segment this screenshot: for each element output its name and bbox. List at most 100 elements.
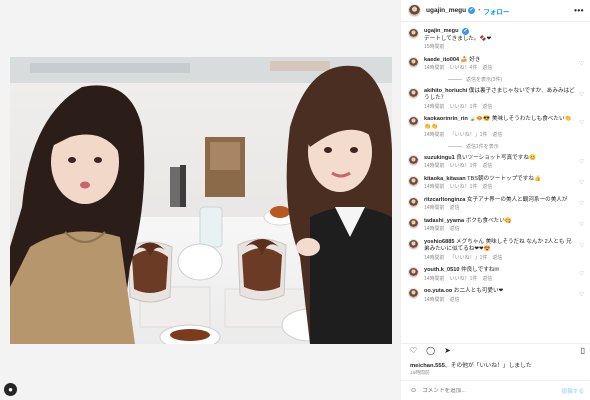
commenter-avatar[interactable] <box>408 267 419 278</box>
emoji-icon[interactable]: ☺ <box>410 387 417 394</box>
comment-likes[interactable]: いいね！1件 <box>450 276 478 282</box>
commenter-username[interactable]: tadashi_yyama <box>424 218 464 224</box>
commenter-username[interactable]: akihito_horiuchi <box>424 88 467 94</box>
caption-avatar[interactable] <box>408 28 419 39</box>
comment-text: 女子アナ界一の美人と観河系一の美人が <box>466 196 568 203</box>
comment-text: お二人とも可愛い❤ <box>453 288 504 294</box>
post-header: ugajin_megu ✔ • フォロー ••• <box>401 0 590 22</box>
account-circle-icon[interactable]: ● <box>4 383 17 396</box>
follow-button[interactable]: フォロー <box>483 6 509 16</box>
reply-button[interactable]: 返信 <box>482 65 492 71</box>
reply-button[interactable]: 返信 <box>450 205 460 211</box>
commenter-username[interactable]: oo.yuta.oo <box>424 288 452 294</box>
reply-button[interactable]: 返信 <box>482 276 492 282</box>
comment-time[interactable]: 14時間前 <box>424 132 445 138</box>
commenter-username[interactable]: youth.k_0510 <box>424 267 459 273</box>
comment-likes[interactable]: いいね！1件 <box>450 163 478 169</box>
comment-likes[interactable]: 「いいね！」1件 <box>450 132 488 138</box>
commenter-avatar[interactable] <box>408 217 419 229</box>
cafe-photo-illustration <box>10 57 392 344</box>
comment-likes[interactable]: いいね！1件 <box>450 104 478 110</box>
commenter-username[interactable]: yoshio6885 <box>424 239 454 245</box>
comment-like-heart-icon[interactable]: ♡ <box>579 180 584 186</box>
comment-likes[interactable]: いいね！1件 <box>450 184 478 190</box>
post-photo[interactable] <box>10 57 392 344</box>
comment-text: 良いツーショット写真ですね😊 <box>456 154 536 161</box>
comment-time[interactable]: 14時間前 <box>424 205 445 211</box>
comment-likes[interactable]: いいね！4件 <box>450 65 478 71</box>
likes-summary[interactable]: meichan.555、その他が「いいね！」しました <box>410 360 532 369</box>
commenter-avatar[interactable] <box>408 56 419 68</box>
comment-time[interactable]: 14時間前 <box>424 65 445 71</box>
commenter-avatar[interactable] <box>408 238 419 250</box>
comment-likes[interactable]: 「いいね！」1件 <box>450 255 488 261</box>
reply-button[interactable]: 返信 <box>492 132 502 138</box>
bookmark-icon[interactable]: ▯ <box>581 346 585 355</box>
comment-time[interactable]: 14時間前 <box>424 184 445 190</box>
heart-icon[interactable]: ♡ <box>410 346 417 355</box>
commenter-username[interactable]: kaokaorinrin_rin <box>424 116 468 122</box>
share-icon[interactable]: ➤ <box>444 346 451 355</box>
comment-row: yoshio6885 メグちゃん 美味しそうだね なんか 2人とも 兄弟みたいに… <box>408 238 585 263</box>
action-bar: ♡ ◯ ➤ ▯ <box>401 343 590 357</box>
view-replies-link[interactable]: 返信1件を表示 <box>448 143 585 150</box>
comment-row: akihito_horiuchi 僕は裏子さまじゃないですか、あみみはどうした？… <box>408 87 585 112</box>
comment-row: ritzcarltonginza 女子アナ界一の美人と観河系一の美人が 14時間前… <box>408 196 585 213</box>
comment-text: 🍰 好き <box>460 56 481 63</box>
more-options-icon[interactable]: ••• <box>574 6 584 15</box>
post-comment-button[interactable]: 投稿する <box>562 387 584 395</box>
view-replies-link[interactable]: 返信を表示(3件) <box>448 76 585 83</box>
reply-button[interactable]: 返信 <box>482 184 492 190</box>
commenter-username[interactable]: suzukingu1 <box>424 155 455 161</box>
commenter-username[interactable]: kaede_ito004 <box>424 57 459 63</box>
comment-icon[interactable]: ◯ <box>426 346 435 355</box>
comment-row: oo.yuta.oo お二人とも可愛い❤ 14時間前 返信 ♡ <box>408 288 585 304</box>
comment-like-heart-icon[interactable]: ♡ <box>579 92 584 98</box>
comment-like-heart-icon[interactable]: ♡ <box>579 243 584 249</box>
comment-text: TBS朝のツートップですね👍 <box>467 175 541 182</box>
author-username[interactable]: ugajin_megu <box>426 7 466 14</box>
commenter-avatar[interactable] <box>408 154 419 166</box>
reply-button[interactable]: 返信 <box>492 255 502 261</box>
reply-button[interactable]: 返信 <box>482 104 492 110</box>
comment-row: tadashi_yyama ボクも食べたい😋 14時間前 返信 ♡ <box>408 217 585 234</box>
commenter-avatar[interactable] <box>408 116 419 127</box>
verified-icon: ✔ <box>462 28 470 35</box>
commenter-username[interactable]: ritzcarltonginza <box>424 197 465 203</box>
commenter-avatar[interactable] <box>408 87 419 99</box>
comment-row: kaede_ito004 🍰 好き 14時間前 いいね！4件 返信 ♡ <box>408 56 585 73</box>
comment-time[interactable]: 14時間前 <box>424 297 445 303</box>
comment-like-heart-icon[interactable]: ♡ <box>579 271 584 277</box>
comment-input[interactable] <box>422 387 562 394</box>
comment-time[interactable]: 14時間前 <box>424 255 445 261</box>
commenter-avatar[interactable] <box>408 175 419 187</box>
comment-time[interactable]: 14時間前 <box>424 104 445 110</box>
reply-button[interactable]: 返信 <box>482 163 492 169</box>
caption-username[interactable]: ugajin_megu <box>424 28 459 34</box>
commenter-avatar[interactable] <box>408 288 419 299</box>
comment-row: youth.k_0510 仲良しですね✉ 14時間前 いいね！1件 返信 ♡ <box>408 267 585 283</box>
post-time[interactable]: 15時間前 <box>410 369 430 376</box>
reply-button[interactable]: 返信 <box>450 226 460 232</box>
comment-row: suzukingu1 良いツーショット写真ですね😊 14時間前 いいね！1件 返信 ♡ <box>408 154 585 171</box>
comment-like-heart-icon[interactable]: ♡ <box>579 222 584 228</box>
comment-like-heart-icon[interactable]: ♡ <box>579 201 584 207</box>
commenter-avatar[interactable] <box>408 196 419 208</box>
comment-text: 仲良しですね✉ <box>461 267 500 273</box>
commenter-username[interactable]: kitaoka_kitasan <box>424 176 466 182</box>
comments-list[interactable]: ugajin_megu ✔ デートしてきました。🍫❤ 15時間前 kaede_i… <box>401 23 590 341</box>
caption-time[interactable]: 15時間前 <box>424 44 445 50</box>
caption-text: デートしてきました。🍫❤ <box>424 35 492 42</box>
verified-icon: ✔ <box>468 7 476 14</box>
comment-like-heart-icon[interactable]: ♡ <box>579 292 584 298</box>
comment-like-heart-icon[interactable]: ♡ <box>579 61 584 67</box>
comment-like-heart-icon[interactable]: ♡ <box>579 159 584 165</box>
comment-like-heart-icon[interactable]: ♡ <box>579 120 584 126</box>
author-avatar[interactable] <box>408 4 421 17</box>
comment-row: kitaoka_kitasan TBS朝のツートップですね👍 14時間前 いいね！1… <box>408 175 585 192</box>
reply-button[interactable]: 返信 <box>450 297 460 303</box>
comment-time[interactable]: 14時間前 <box>424 276 445 282</box>
comment-time[interactable]: 14時間前 <box>424 226 445 232</box>
caption-row: ugajin_megu ✔ デートしてきました。🍫❤ 15時間前 <box>408 28 585 52</box>
comment-time[interactable]: 14時間前 <box>424 163 445 169</box>
